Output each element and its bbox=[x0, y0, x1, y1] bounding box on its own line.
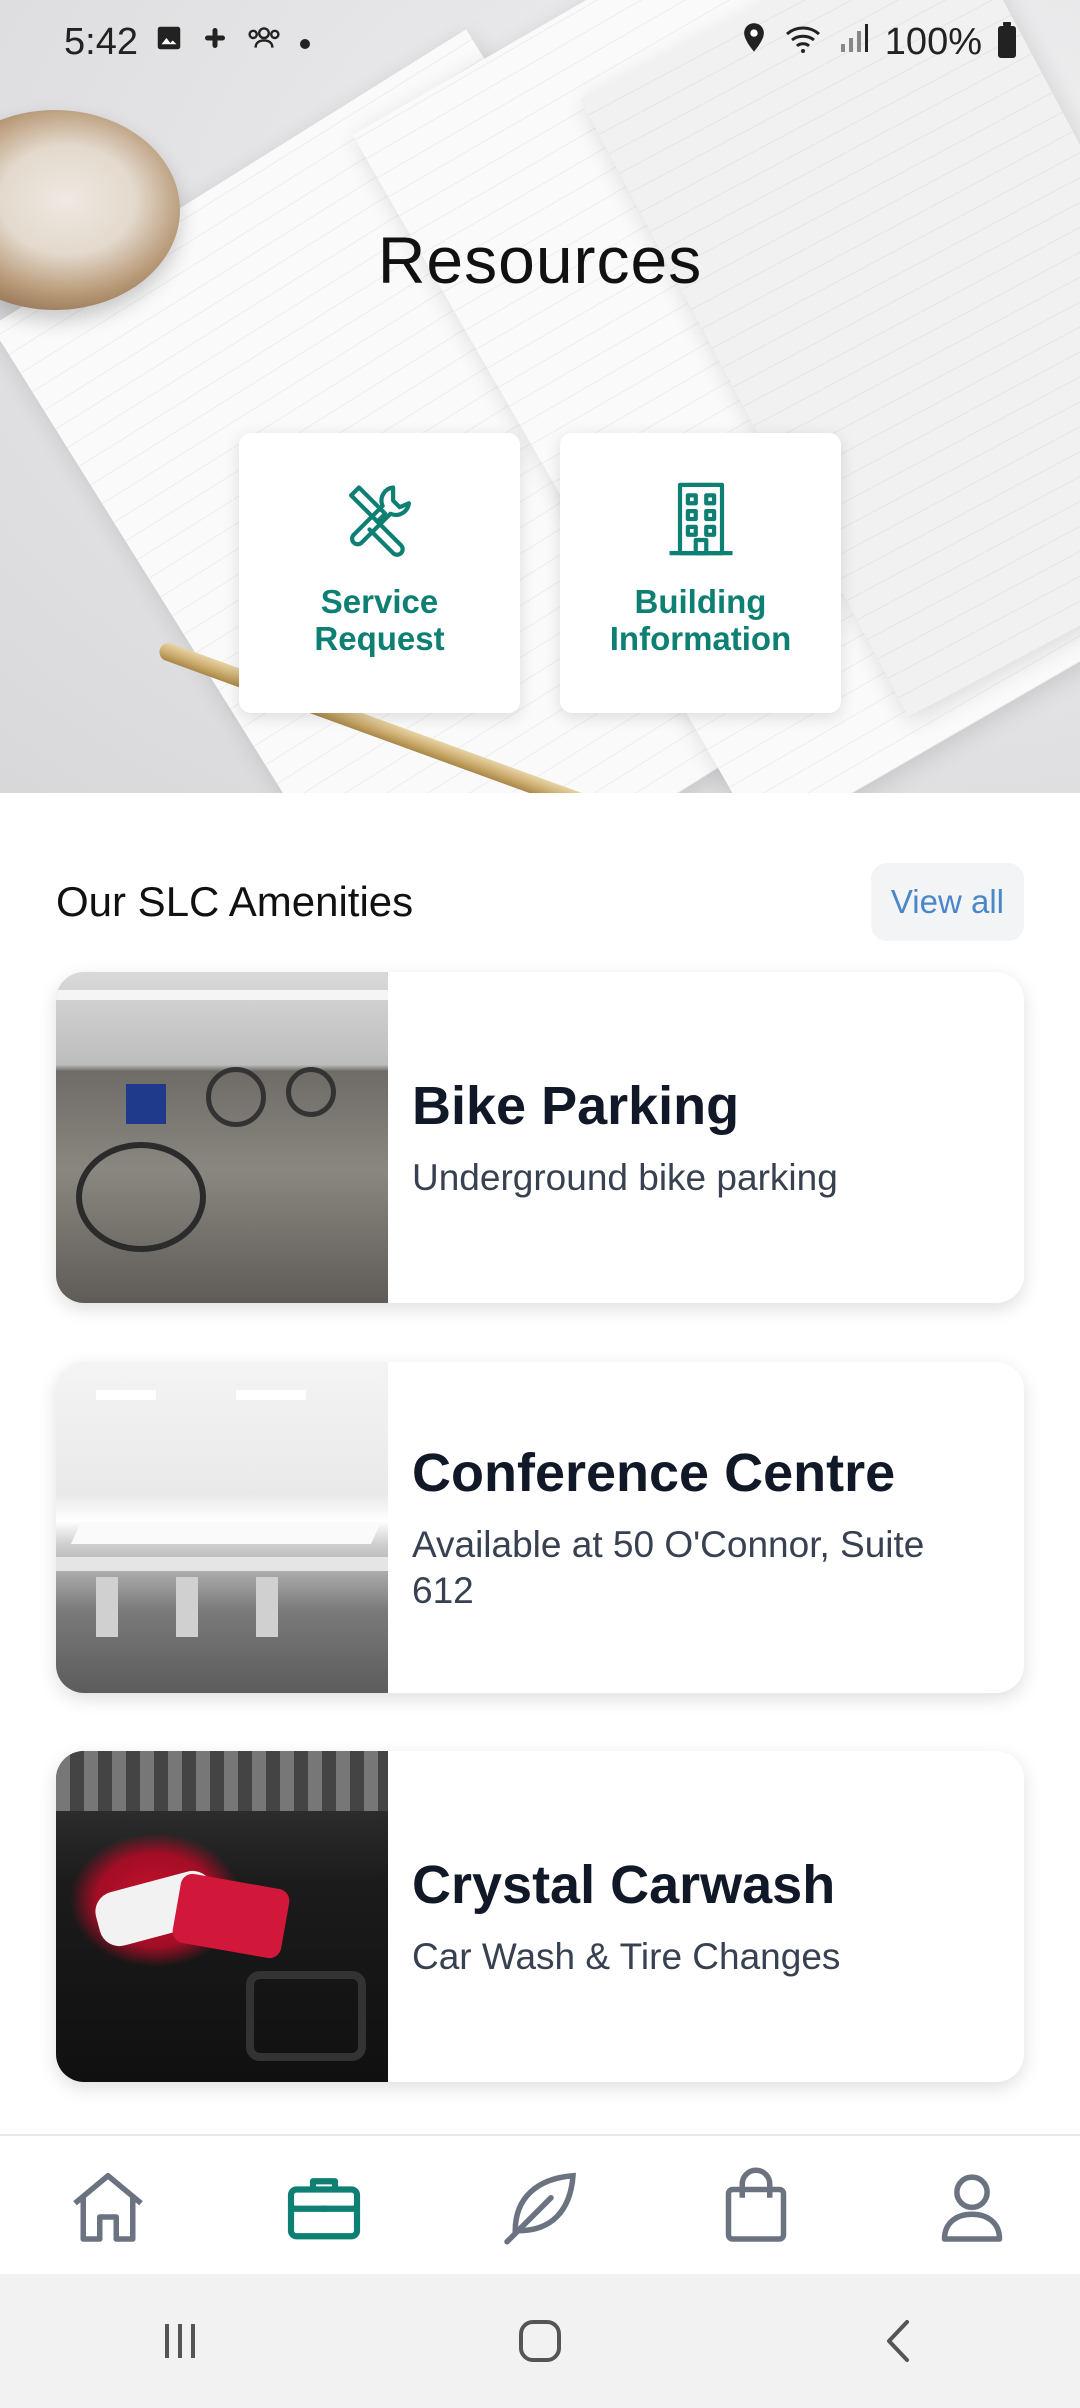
briefcase-icon bbox=[287, 2178, 361, 2240]
amenities-header: Our SLC Amenities View all bbox=[56, 860, 1024, 944]
view-all-button[interactable]: View all bbox=[870, 863, 1024, 941]
location-icon bbox=[741, 22, 767, 62]
home-system-button[interactable] bbox=[480, 2291, 600, 2391]
gallery-icon bbox=[154, 23, 184, 61]
home-icon bbox=[73, 2173, 143, 2242]
amenity-subtitle: Available at 50 O'Connor, Suite 612 bbox=[412, 1523, 925, 1611]
page-title: Resources bbox=[377, 223, 703, 297]
amenity-card-bike-parking[interactable]: Bike Parking Underground bike parking bbox=[56, 972, 1024, 1303]
home-circle-icon bbox=[519, 2320, 561, 2362]
bike-parking-image bbox=[56, 972, 388, 1303]
amenities-title: Our SLC Amenities bbox=[56, 878, 414, 925]
service-request-tile[interactable]: Service Request bbox=[239, 433, 520, 713]
back-chevron-icon bbox=[887, 2320, 909, 2362]
recent-apps-icon bbox=[165, 2324, 195, 2358]
profile-icon bbox=[941, 2174, 1003, 2242]
amenity-title: Conference Centre bbox=[412, 1442, 896, 1503]
system-navigation-bar bbox=[0, 2274, 1080, 2408]
signal-icon bbox=[839, 22, 869, 62]
tools-icon bbox=[348, 485, 411, 557]
amenity-title: Crystal Carwash bbox=[412, 1854, 836, 1915]
recent-apps-button[interactable] bbox=[120, 2291, 240, 2391]
bottom-navigation bbox=[0, 2134, 1080, 2276]
service-request-label: Service Request bbox=[314, 583, 445, 657]
battery-icon bbox=[998, 22, 1016, 58]
group-icon bbox=[246, 23, 282, 61]
amenity-subtitle: Car Wash & Tire Changes bbox=[412, 1935, 841, 1977]
slack-icon bbox=[200, 23, 230, 61]
status-bar: 5:42 100% bbox=[0, 0, 1080, 84]
amenity-title: Bike Parking bbox=[412, 1075, 740, 1136]
nav-profile[interactable] bbox=[917, 2151, 1027, 2261]
battery-percentage: 100% bbox=[884, 20, 982, 63]
status-time: 5:42 bbox=[64, 20, 138, 63]
building-icon bbox=[669, 482, 732, 556]
building-information-tile[interactable]: Building Information bbox=[560, 433, 841, 713]
amenity-card-crystal-carwash[interactable]: Crystal Carwash Car Wash & Tire Changes bbox=[56, 1751, 1024, 2082]
conference-centre-image bbox=[56, 1362, 388, 1693]
wifi-icon bbox=[783, 22, 823, 62]
back-button[interactable] bbox=[840, 2291, 960, 2391]
amenity-subtitle: Underground bike parking bbox=[412, 1156, 838, 1198]
nav-home[interactable] bbox=[53, 2151, 163, 2261]
nav-sustainability[interactable] bbox=[485, 2151, 595, 2261]
building-information-label: Building Information bbox=[609, 583, 792, 657]
hero-banner: 5:42 100% Resources Service Request Buil… bbox=[0, 0, 1080, 793]
amenity-card-conference-centre[interactable]: Conference Centre Available at 50 O'Conn… bbox=[56, 1362, 1024, 1693]
leaf-icon bbox=[504, 2172, 576, 2245]
nav-resources[interactable] bbox=[269, 2151, 379, 2261]
dot-icon bbox=[298, 25, 312, 59]
bag-icon bbox=[725, 2167, 787, 2242]
crystal-carwash-image bbox=[56, 1751, 388, 2082]
nav-shop[interactable] bbox=[701, 2151, 811, 2261]
